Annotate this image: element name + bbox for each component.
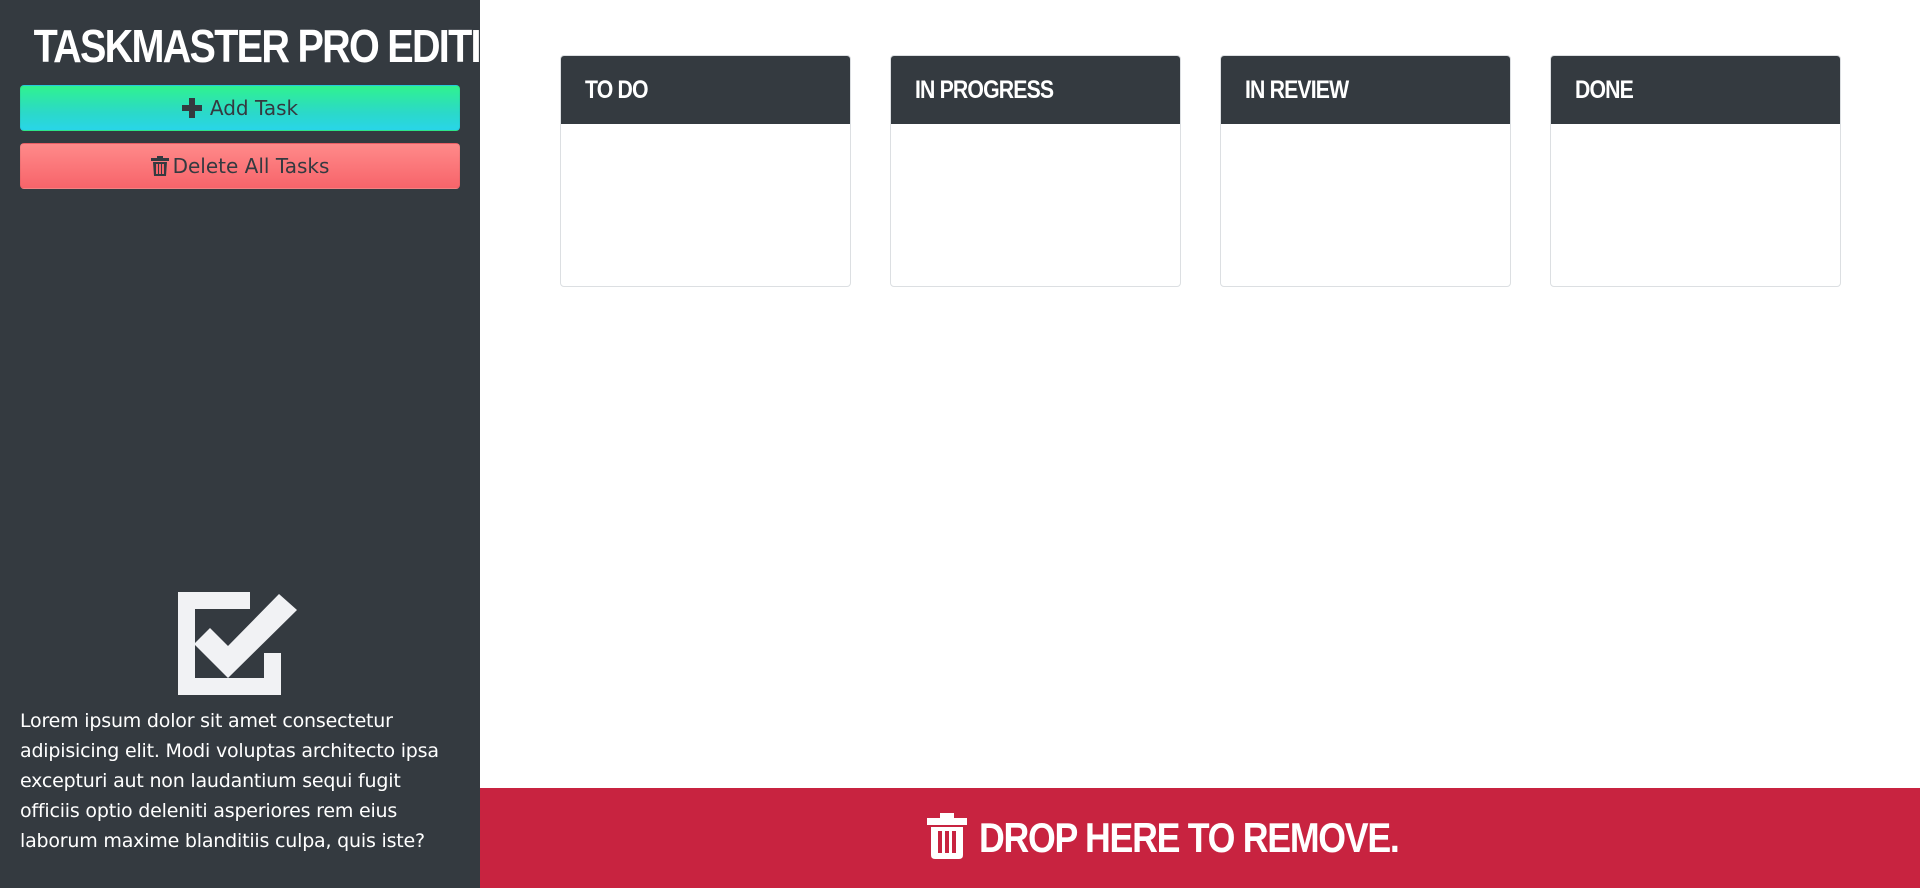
column-title: TO DO: [585, 75, 649, 104]
plus-icon: [181, 98, 202, 118]
column-header: DONE: [1551, 56, 1840, 124]
column-task-list[interactable]: [1551, 124, 1840, 286]
column-in-progress[interactable]: IN PROGRESS: [890, 55, 1181, 287]
column-header: IN REVIEW: [1221, 56, 1510, 124]
checkbox-check-icon: [178, 590, 302, 700]
column-title: IN PROGRESS: [915, 75, 1054, 104]
add-task-label: Add Task: [209, 96, 299, 120]
trash-icon: [150, 156, 169, 176]
delete-all-tasks-label: Delete All Tasks: [172, 154, 330, 178]
drop-to-remove-zone[interactable]: DROP HERE TO REMOVE.: [480, 788, 1920, 888]
column-task-list[interactable]: [561, 124, 850, 286]
column-header: IN PROGRESS: [891, 56, 1180, 124]
column-done[interactable]: DONE: [1550, 55, 1841, 287]
column-header: TO DO: [561, 56, 850, 124]
column-todo[interactable]: TO DO: [560, 55, 851, 287]
delete-all-tasks-button[interactable]: Delete All Tasks: [20, 143, 460, 189]
sidebar: TASKMASTER PRO EDITION Add Task Delete A…: [0, 0, 538, 888]
drop-zone-label: DROP HERE TO REMOVE.: [979, 814, 1400, 861]
column-title: DONE: [1575, 75, 1634, 104]
column-task-list[interactable]: [891, 124, 1180, 286]
sidebar-description: Lorem ipsum dolor sit amet consectetur a…: [20, 710, 439, 852]
add-task-button[interactable]: Add Task: [20, 85, 460, 131]
column-in-review[interactable]: IN REVIEW: [1220, 55, 1511, 287]
trash-icon: [927, 813, 968, 863]
column-task-list[interactable]: [1221, 124, 1510, 286]
kanban-board: TO DO IN PROGRESS IN REVIEW DONE: [480, 0, 1920, 788]
column-title: IN REVIEW: [1245, 75, 1349, 104]
app-title: TASKMASTER PRO EDITION: [33, 20, 538, 72]
